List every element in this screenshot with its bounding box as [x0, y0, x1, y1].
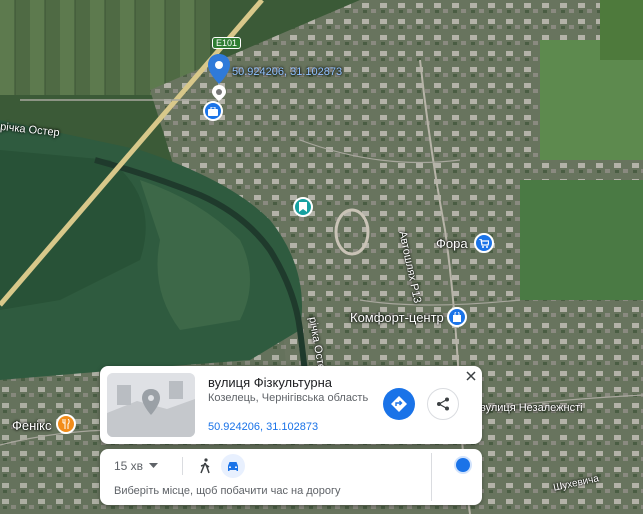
- travel-time-card[interactable]: 15 хв Виберіть місце, щоб побачити час н…: [100, 449, 482, 505]
- place-thumbnail[interactable]: [107, 373, 195, 437]
- map-label-nezalezhnosti: вулиця Незалежнсті: [480, 402, 583, 414]
- shopping-cart-poi-icon[interactable]: [474, 233, 494, 253]
- place-title: вулиця Фізкультурна: [208, 375, 332, 390]
- place-info-card[interactable]: вулиця Фізкультурна Козелець, Чернігівсь…: [100, 366, 482, 444]
- divider: [182, 457, 183, 475]
- place-coordinates[interactable]: 50.924206, 31.102873: [208, 421, 318, 433]
- travel-time-value: 15 хв: [114, 459, 144, 473]
- restaurant-poi-icon[interactable]: [56, 414, 76, 434]
- map-label-komfort[interactable]: Комфорт-центр: [350, 310, 444, 325]
- driving-mode-button[interactable]: [221, 454, 245, 478]
- map-label-feniks[interactable]: Фенікс: [12, 418, 52, 433]
- share-button[interactable]: [427, 388, 459, 420]
- directions-icon: [391, 396, 407, 412]
- share-icon: [437, 397, 449, 411]
- close-icon[interactable]: [464, 369, 478, 383]
- bookmark-poi-icon[interactable]: [293, 197, 313, 217]
- toggle-divider: [431, 453, 432, 501]
- place-address: Козелець, Чернігівська область: [208, 392, 369, 404]
- travel-time-select[interactable]: 15 хв: [114, 459, 159, 473]
- pin-coordinates-label: 50.924206, 31.102873: [232, 66, 343, 78]
- road-badge-e101: E101: [212, 37, 242, 49]
- directions-button[interactable]: [383, 388, 415, 420]
- walking-mode-button[interactable]: [196, 457, 214, 475]
- map-label-fora[interactable]: Фора: [436, 236, 468, 251]
- small-pin-icon[interactable]: [212, 85, 226, 101]
- toggle-switch[interactable]: [456, 458, 470, 472]
- travel-hint-text: Виберіть місце, щоб побачити час на доро…: [114, 485, 341, 497]
- shopping-bag-poi-icon[interactable]: [447, 307, 467, 327]
- location-pin-icon[interactable]: [208, 54, 230, 84]
- car-icon: [228, 461, 238, 471]
- walking-icon: [200, 458, 210, 474]
- chevron-down-icon: [149, 463, 159, 468]
- briefcase-poi-icon[interactable]: [203, 101, 223, 121]
